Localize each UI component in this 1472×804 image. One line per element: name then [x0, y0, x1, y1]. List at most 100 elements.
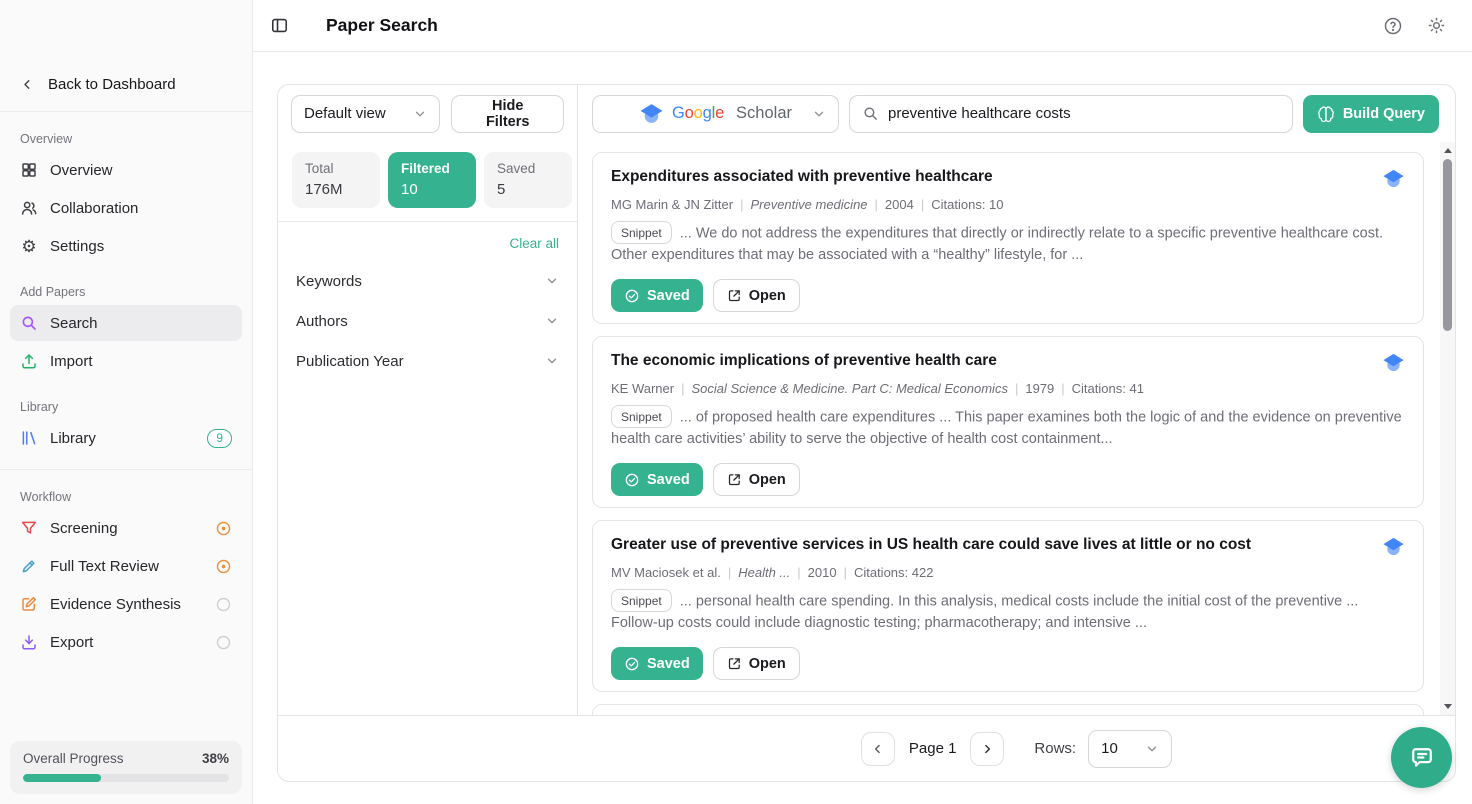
google-scholar-icon	[639, 101, 664, 126]
tab-total[interactable]: Total 176M	[292, 152, 380, 208]
google-scholar-icon	[1382, 535, 1405, 558]
chevron-down-icon	[413, 107, 427, 121]
snippet-text: ... We do not address the expenditures t…	[611, 226, 1383, 264]
paper-year: 2010	[808, 565, 837, 580]
progress-fill	[23, 774, 101, 782]
scroll-up-arrow[interactable]	[1440, 143, 1455, 158]
paper-authors: MV Maciosek et al.	[611, 565, 721, 580]
prev-page-button[interactable]	[861, 732, 895, 766]
tab-filtered[interactable]: Filtered 10	[388, 152, 476, 208]
sidebar-item-overview[interactable]: Overview	[10, 152, 242, 188]
source-select[interactable]: Google Scholar	[592, 95, 839, 133]
sidebar-item-label: Full Text Review	[50, 558, 159, 575]
paper-title[interactable]: Greater use of preventive services in US…	[611, 535, 1251, 555]
sidebar-item-label: Evidence Synthesis	[50, 596, 181, 613]
progress-value: 38%	[202, 751, 229, 766]
chevron-down-icon	[545, 314, 559, 328]
sidebar-item-label: Search	[50, 315, 98, 332]
sidebar-item-label: Screening	[50, 520, 118, 537]
paper-journal: Health ...	[738, 565, 790, 580]
library-icon	[20, 429, 38, 447]
open-button[interactable]: Open	[713, 647, 800, 680]
scrollbar-thumb[interactable]	[1443, 159, 1452, 331]
top-bar: Paper Search	[253, 0, 1472, 52]
library-count-badge: 9	[207, 429, 232, 448]
sidebar-item-label: Overview	[50, 162, 113, 179]
saved-button[interactable]: Saved	[611, 463, 703, 496]
result-count-tabs: Total 176M Filtered 10 Saved 5	[278, 142, 577, 222]
sidebar-item-library[interactable]: Library 9	[10, 420, 242, 456]
sidebar-item-label: Export	[50, 634, 93, 651]
scroll-down-arrow[interactable]	[1440, 699, 1455, 714]
theme-toggle-sun-icon[interactable]	[1427, 16, 1446, 35]
sidebar-item-screening[interactable]: Screening	[10, 510, 242, 546]
sidebar-toggle-icon[interactable]	[270, 16, 289, 35]
edit-icon	[20, 595, 38, 613]
saved-button[interactable]: Saved	[611, 647, 703, 680]
sidebar-item-settings[interactable]: ⚙ Settings	[10, 228, 242, 264]
paper-snippet: Snippet... personal health care spending…	[611, 590, 1405, 635]
tab-saved[interactable]: Saved 5	[484, 152, 572, 208]
paper-meta: MV Maciosek et al.| Health ...| 2010| Ci…	[611, 565, 1405, 580]
hide-filters-button[interactable]: Hide Filters	[451, 95, 564, 133]
google-wordmark: Google	[672, 104, 724, 123]
rows-select-value: 10	[1101, 740, 1118, 757]
view-select-value: Default view	[304, 105, 386, 122]
saved-button[interactable]: Saved	[611, 279, 703, 312]
check-circle-icon	[624, 288, 640, 304]
results-scrollbar[interactable]	[1440, 142, 1455, 715]
back-to-dashboard[interactable]: Back to Dashboard	[0, 72, 252, 111]
sidebar-item-label: Library	[50, 430, 96, 447]
pen-icon	[20, 557, 38, 575]
build-query-button[interactable]: Build Query	[1303, 95, 1439, 133]
section-label-workflow: Workflow	[20, 490, 232, 504]
chevron-down-icon	[1145, 742, 1159, 756]
paper-title[interactable]: The economic implications of preventive …	[611, 351, 997, 371]
sidebar-item-import[interactable]: Import	[10, 343, 242, 379]
funnel-icon	[20, 519, 38, 537]
paper-year: 2004	[885, 197, 914, 212]
open-button[interactable]: Open	[713, 463, 800, 496]
next-page-button[interactable]	[970, 732, 1004, 766]
paper-search-panel: Default view Hide Filters Total 176M Fil…	[277, 84, 1456, 782]
filter-group-publication-year[interactable]: Publication Year	[296, 341, 559, 381]
google-scholar-icon	[1382, 167, 1405, 190]
section-label-add-papers: Add Papers	[20, 285, 232, 299]
filter-group-keywords[interactable]: Keywords	[296, 261, 559, 301]
snippet-chip: Snippet	[611, 405, 672, 428]
view-select[interactable]: Default view	[291, 95, 440, 133]
search-box	[849, 95, 1293, 133]
google-scholar-icon	[1382, 351, 1405, 374]
paper-citations: Citations: 422	[854, 565, 934, 580]
sidebar-divider	[0, 111, 252, 112]
back-to-dashboard-label: Back to Dashboard	[48, 76, 176, 93]
paper-card: Greater use of preventive services in US…	[592, 520, 1424, 692]
sidebar-item-label: Import	[50, 353, 93, 370]
brain-icon	[1317, 105, 1335, 123]
help-icon[interactable]	[1383, 16, 1403, 36]
status-pending-icon	[215, 596, 232, 613]
filter-group-authors[interactable]: Authors	[296, 301, 559, 341]
results-list: Expenditures associated with preventive …	[578, 142, 1455, 715]
filter-column: Default view Hide Filters Total 176M Fil…	[278, 85, 578, 715]
rows-select[interactable]: 10	[1088, 730, 1172, 768]
sidebar: Back to Dashboard Overview Overview Coll…	[0, 0, 253, 804]
paper-card: Expenditures associated with preventive …	[592, 152, 1424, 324]
status-pending-icon	[215, 634, 232, 651]
open-button[interactable]: Open	[713, 279, 800, 312]
search-icon	[20, 314, 38, 332]
chat-fab-button[interactable]	[1391, 727, 1452, 788]
paper-snippet: Snippet... We do not address the expendi…	[611, 222, 1405, 267]
sidebar-item-evidence-synthesis[interactable]: Evidence Synthesis	[10, 586, 242, 622]
chevron-down-icon	[545, 274, 559, 288]
clear-all-link[interactable]: Clear all	[296, 236, 559, 251]
search-input[interactable]	[888, 105, 1280, 122]
sidebar-item-export[interactable]: Export	[10, 624, 242, 660]
paper-citations: Citations: 41	[1072, 381, 1144, 396]
paper-title[interactable]: Expenditures associated with preventive …	[611, 167, 993, 187]
chevron-left-icon	[20, 77, 35, 92]
sidebar-item-collaboration[interactable]: Collaboration	[10, 190, 242, 226]
rows-label: Rows:	[1034, 740, 1076, 757]
sidebar-item-search[interactable]: Search	[10, 305, 242, 341]
sidebar-item-full-text-review[interactable]: Full Text Review	[10, 548, 242, 584]
